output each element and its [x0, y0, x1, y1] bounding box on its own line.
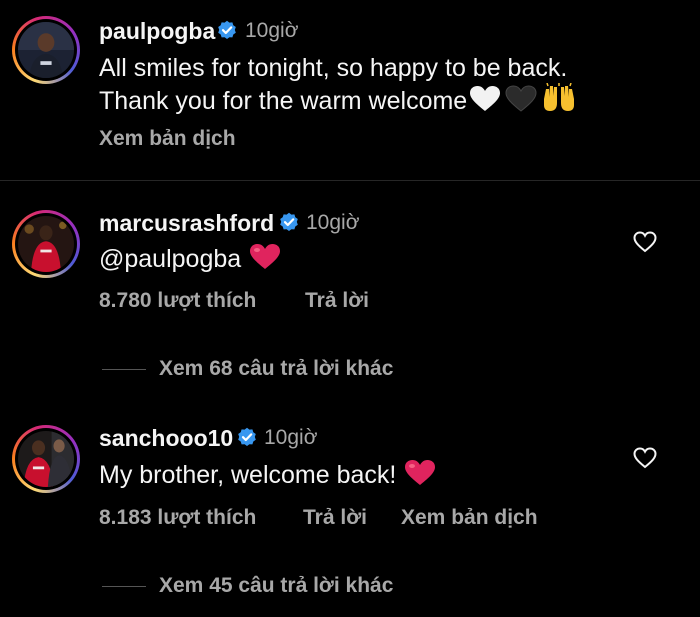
comment-timestamp: 10giờ: [306, 211, 360, 234]
comment-username[interactable]: sanchooo10: [99, 425, 233, 452]
heart-outline-icon[interactable]: [633, 447, 657, 469]
verified-badge-icon: [218, 20, 236, 39]
avatar-marcusrashford[interactable]: [12, 210, 80, 278]
caption-text-line-2-row: Thank you for the warm welcome: [99, 82, 577, 121]
caption-text-line-1: All smiles for tonight, so happy to be b…: [99, 54, 568, 82]
profile-photo: [18, 431, 74, 487]
reply-thread-line: [102, 586, 146, 587]
comment-mention[interactable]: @paulpogba: [99, 245, 241, 273]
reply-button[interactable]: Trả lời: [305, 289, 369, 313]
avatar-paulpogba[interactable]: [12, 16, 80, 84]
white-heart-emoji: [469, 85, 501, 121]
comment-text: My brother, welcome back!: [99, 461, 397, 489]
avatar-sanchooo10[interactable]: [12, 425, 80, 493]
verified-badge-icon: [238, 427, 256, 446]
comment-text-row: @paulpogba: [99, 243, 281, 279]
comment-username[interactable]: marcusrashford: [99, 210, 274, 237]
like-count[interactable]: 8.780 lượt thích: [99, 289, 256, 313]
caption-username[interactable]: paulpogba: [99, 18, 215, 45]
raised-hands-emoji: [541, 82, 577, 121]
comment-timestamp: 10giờ: [264, 426, 318, 449]
black-heart-emoji: [505, 85, 537, 121]
translate-link[interactable]: Xem bản dịch: [401, 506, 538, 530]
profile-photo: [18, 22, 74, 78]
caption-translate-link[interactable]: Xem bản dịch: [99, 127, 236, 151]
profile-photo: [18, 216, 74, 272]
red-heart-emoji: [404, 459, 436, 495]
comment-text-row: My brother, welcome back!: [99, 459, 436, 495]
reply-thread-line: [102, 369, 146, 370]
view-replies-button[interactable]: Xem 68 câu trả lời khác: [159, 357, 393, 381]
caption-timestamp: 10giờ: [245, 19, 299, 42]
caption-text-line-2: Thank you for the warm welcome: [99, 87, 468, 115]
heart-outline-icon[interactable]: [633, 231, 657, 253]
reply-button[interactable]: Trả lời: [303, 506, 367, 530]
red-heart-emoji: [249, 243, 281, 279]
verified-badge-icon: [280, 212, 298, 231]
view-replies-button[interactable]: Xem 45 câu trả lời khác: [159, 574, 393, 598]
caption-divider: [0, 180, 700, 181]
like-count[interactable]: 8.183 lượt thích: [99, 506, 256, 530]
